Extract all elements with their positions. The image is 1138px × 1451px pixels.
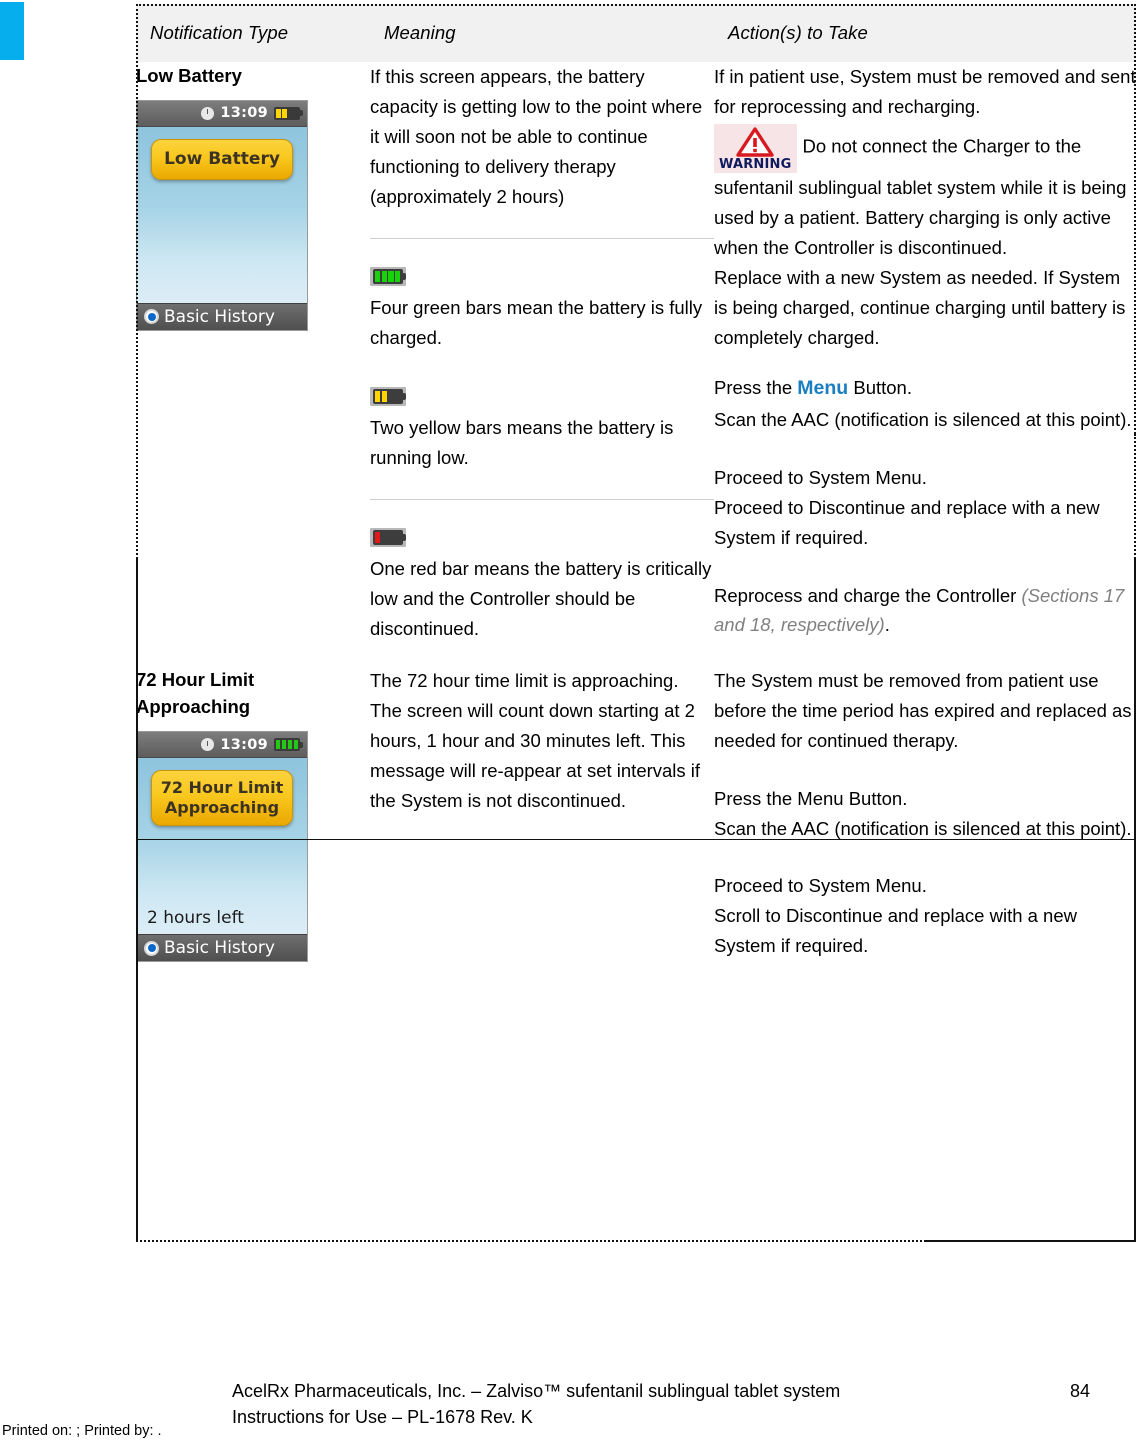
battery-two-yellow-icon bbox=[370, 386, 406, 406]
device-screenshot-72-hour-limit: 13:09 72 Hour Limit Approaching 2 hours … bbox=[136, 731, 308, 963]
cell-meaning: The 72 hour time limit is approaching. T… bbox=[370, 644, 714, 963]
warning-label: WARNING bbox=[719, 156, 792, 172]
action-scan-line: Scan the AAC (notification is silenced a… bbox=[714, 408, 1132, 430]
meaning-paragraph: If this screen appears, the battery capa… bbox=[370, 66, 703, 207]
battery-four-green-icon bbox=[370, 266, 406, 286]
action-replace-text: Replace with a new System as needed. If … bbox=[714, 267, 1126, 349]
meaning-paragraph: The 72 hour time limit is approaching. T… bbox=[370, 669, 701, 811]
device-alert-button: Low Battery bbox=[151, 138, 293, 180]
divider bbox=[370, 498, 714, 500]
legend-text-two-yellow: Two yellow bars means the battery is run… bbox=[370, 416, 674, 468]
legend-text-one-red: One red bar means the battery is critica… bbox=[370, 557, 712, 639]
device-time: 13:09 bbox=[220, 736, 268, 753]
battery-two-yellow-icon bbox=[274, 106, 303, 120]
action-proceed-line-1: Proceed to System Menu. bbox=[714, 466, 927, 488]
device-screen: 72 Hour Limit Approaching 2 hours left bbox=[137, 758, 307, 935]
press-prefix: Press the bbox=[714, 377, 798, 399]
device-time-remaining: 2 hours left bbox=[147, 908, 244, 929]
cell-actions: The System must be removed from patient … bbox=[714, 644, 1136, 963]
column-header-meaning: Meaning bbox=[384, 22, 456, 43]
device-footer-bar: Basic History bbox=[137, 302, 307, 330]
device-screenshot-low-battery: 13:09 Low Battery Basic History bbox=[136, 99, 308, 331]
sections-period: . bbox=[884, 614, 890, 636]
device-footer-label: Basic History bbox=[164, 306, 275, 327]
action-scan-line: Scan the AAC (notification is silenced a… bbox=[714, 817, 1132, 839]
cell-meaning: If this screen appears, the battery capa… bbox=[370, 62, 714, 644]
printed-on-text: Printed on: ; Printed by: . bbox=[2, 1423, 162, 1439]
page-number: 84 bbox=[1070, 1381, 1091, 1401]
device-time: 13:09 bbox=[220, 105, 268, 122]
column-header-actions: Action(s) to Take bbox=[728, 22, 868, 43]
clock-icon bbox=[201, 106, 215, 120]
action-lead-text: If in patient use, System must be remove… bbox=[714, 66, 1136, 117]
action-proceed-line-1: Proceed to System Menu. bbox=[714, 875, 927, 897]
warning-icon: WARNING bbox=[714, 123, 797, 174]
action-proceed-line-2: Scroll to Discontinue and replace with a… bbox=[714, 905, 1077, 957]
radio-dot-icon bbox=[144, 940, 159, 956]
cell-actions: If in patient use, System must be remove… bbox=[714, 62, 1136, 644]
divider bbox=[370, 237, 714, 239]
clock-icon bbox=[201, 738, 215, 752]
table-header-row: Notification Type Meaning Action(s) to T… bbox=[136, 4, 1136, 62]
battery-four-green-icon bbox=[274, 738, 303, 752]
device-status-bar: 13:09 bbox=[137, 732, 307, 759]
device-status-bar: 13:09 bbox=[137, 100, 307, 127]
column-header-notification-type: Notification Type bbox=[150, 22, 289, 43]
table-row: Low Battery 13:09 Low Battery Basic Hist… bbox=[136, 62, 1136, 644]
table-row: 72 Hour Limit Approaching 13:09 72 Hour … bbox=[136, 644, 1136, 963]
battery-one-red-icon bbox=[370, 527, 406, 547]
legend-text-four-green: Four green bars mean the battery is full… bbox=[370, 296, 703, 348]
device-screen: Low Battery bbox=[137, 126, 307, 303]
accent-tab bbox=[0, 2, 24, 60]
footer-line-1: AcelRx Pharmaceuticals, Inc. – Zalviso™ … bbox=[232, 1381, 841, 1401]
action-press-menu-line: Press the Menu Button. bbox=[714, 373, 1136, 405]
device-footer-bar: Basic History bbox=[137, 934, 307, 962]
notification-table: Notification Type Meaning Action(s) to T… bbox=[136, 4, 1136, 963]
press-suffix: Button. bbox=[848, 377, 912, 399]
action-lead-text: The System must be removed from patient … bbox=[714, 669, 1132, 751]
radio-dot-icon bbox=[144, 309, 159, 325]
cell-notification-type: Low Battery 13:09 Low Battery Basic Hist… bbox=[136, 62, 370, 644]
cell-notification-type: 72 Hour Limit Approaching 13:09 72 Hour … bbox=[136, 644, 370, 963]
device-footer-label: Basic History bbox=[164, 938, 275, 959]
action-proceed-line-2: Proceed to Discontinue and replace with … bbox=[714, 496, 1100, 548]
menu-keyword: Menu bbox=[797, 377, 849, 400]
action-press-menu-line: Press the Menu Button. bbox=[714, 787, 908, 809]
notification-title: 72 Hour Limit Approaching bbox=[136, 668, 255, 718]
reprocess-text: Reprocess and charge the Controller bbox=[714, 584, 1022, 606]
action-reprocess-line: Reprocess and charge the Controller (Sec… bbox=[714, 581, 1136, 641]
footer-line-2: Instructions for Use – PL-1678 Rev. K bbox=[232, 1407, 533, 1428]
action-warning-paragraph: WARNING Do not connect the Charger to th… bbox=[714, 122, 1136, 263]
device-alert-button: 72 Hour Limit Approaching bbox=[151, 770, 293, 827]
notification-title: Low Battery bbox=[136, 65, 242, 86]
